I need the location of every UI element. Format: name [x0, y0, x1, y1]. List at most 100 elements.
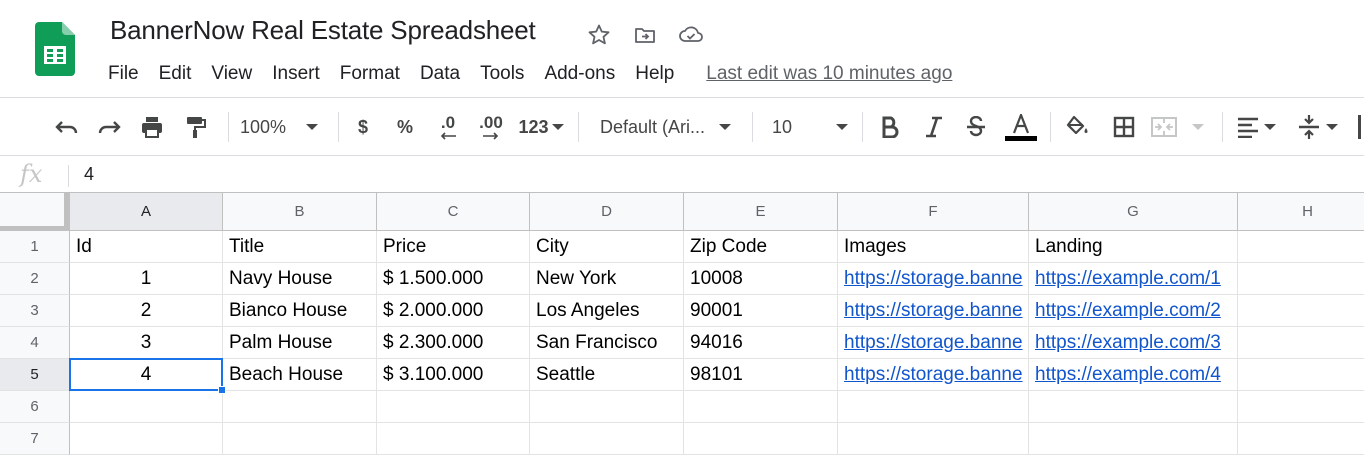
row-header-4[interactable]: 4 [0, 327, 70, 359]
paint-format-icon[interactable] [178, 110, 212, 144]
column-header-e[interactable]: E [684, 193, 838, 231]
cell-d5[interactable]: Seattle [530, 359, 684, 391]
cell-c3[interactable]: $ 2.000.000 [377, 295, 530, 327]
cell-link[interactable]: https://example.com/4 [1035, 364, 1221, 386]
cell-h3[interactable] [1238, 295, 1364, 327]
star-icon[interactable] [586, 22, 612, 48]
cell-g7[interactable] [1029, 423, 1238, 455]
cell-link[interactable]: https://storage.banne [844, 300, 1023, 322]
cell-g6[interactable] [1029, 391, 1238, 423]
cell-f1[interactable]: Images [838, 231, 1029, 263]
row-header-7[interactable]: 7 [0, 423, 70, 455]
cell-e3[interactable]: 90001 [684, 295, 838, 327]
cell-b4[interactable]: Palm House [223, 327, 377, 359]
fill-color-icon[interactable] [1062, 110, 1094, 144]
vertical-align-icon[interactable] [1296, 110, 1348, 144]
cloud-status-icon[interactable] [678, 22, 704, 48]
cell-c7[interactable] [377, 423, 530, 455]
cell-a5[interactable]: 4 [70, 359, 223, 391]
zoom-select[interactable]: 100% [240, 110, 328, 144]
fill-handle[interactable] [218, 386, 226, 394]
cell-h1[interactable] [1238, 231, 1364, 263]
strikethrough-icon[interactable] [962, 110, 990, 144]
menu-view[interactable]: View [201, 59, 262, 89]
cell-h4[interactable] [1238, 327, 1364, 359]
cell-g5[interactable]: https://example.com/4 [1029, 359, 1238, 391]
cell-e7[interactable] [684, 423, 838, 455]
cell-link[interactable]: https://storage.banne [844, 364, 1023, 386]
cell-h2[interactable] [1238, 263, 1364, 295]
decrease-decimal-button[interactable]: .0 [430, 110, 466, 144]
cell-h7[interactable] [1238, 423, 1364, 455]
horizontal-align-icon[interactable] [1236, 110, 1286, 144]
cell-f2[interactable]: https://storage.banne [838, 263, 1029, 295]
column-header-c[interactable]: C [377, 193, 530, 231]
cell-e2[interactable]: 10008 [684, 263, 838, 295]
cell-a7[interactable] [70, 423, 223, 455]
cell-d3[interactable]: Los Angeles [530, 295, 684, 327]
cell-b2[interactable]: Navy House [223, 263, 377, 295]
cell-link[interactable]: https://example.com/1 [1035, 268, 1221, 290]
cell-a4[interactable]: 3 [70, 327, 223, 359]
more-formats-button[interactable]: 123 [515, 110, 567, 144]
column-header-h[interactable]: H [1238, 193, 1364, 231]
cell-link[interactable]: https://example.com/2 [1035, 300, 1221, 322]
menu-data[interactable]: Data [410, 59, 470, 89]
select-all-corner[interactable] [0, 193, 70, 231]
formula-input[interactable]: 4 [84, 164, 94, 185]
move-to-folder-icon[interactable] [632, 22, 658, 48]
cell-f7[interactable] [838, 423, 1029, 455]
cell-d4[interactable]: San Francisco [530, 327, 684, 359]
cell-f6[interactable] [838, 391, 1029, 423]
cell-a6[interactable] [70, 391, 223, 423]
cell-link[interactable]: https://storage.banne [844, 268, 1023, 290]
cell-c2[interactable]: $ 1.500.000 [377, 263, 530, 295]
menu-tools[interactable]: Tools [470, 59, 534, 89]
row-header-6[interactable]: 6 [0, 391, 70, 423]
row-header-5[interactable]: 5 [0, 359, 70, 391]
borders-icon[interactable] [1108, 110, 1140, 144]
cell-g2[interactable]: https://example.com/1 [1029, 263, 1238, 295]
cell-d2[interactable]: New York [530, 263, 684, 295]
italic-icon[interactable] [920, 110, 948, 144]
cell-e4[interactable]: 94016 [684, 327, 838, 359]
cell-link[interactable]: https://example.com/3 [1035, 332, 1221, 354]
cell-c6[interactable] [377, 391, 530, 423]
cell-d6[interactable] [530, 391, 684, 423]
cell-c4[interactable]: $ 2.300.000 [377, 327, 530, 359]
cell-b5[interactable]: Beach House [223, 359, 377, 391]
cell-h5[interactable] [1238, 359, 1364, 391]
row-header-2[interactable]: 2 [0, 263, 70, 295]
cell-g1[interactable]: Landing [1029, 231, 1238, 263]
column-header-a[interactable]: A [70, 193, 223, 231]
cell-f3[interactable]: https://storage.banne [838, 295, 1029, 327]
cell-f5[interactable]: https://storage.banne [838, 359, 1029, 391]
merge-cells-icon[interactable] [1150, 110, 1212, 144]
font-size-select[interactable]: 10 [772, 110, 852, 144]
menu-insert[interactable]: Insert [262, 59, 330, 89]
cell-b3[interactable]: Bianco House [223, 295, 377, 327]
menu-edit[interactable]: Edit [149, 59, 202, 89]
menu-add-ons[interactable]: Add-ons [534, 59, 625, 89]
cell-a1[interactable]: Id [70, 231, 223, 263]
column-header-g[interactable]: G [1029, 193, 1238, 231]
currency-format-button[interactable]: $ [350, 110, 376, 144]
cell-d7[interactable] [530, 423, 684, 455]
percent-format-button[interactable]: % [392, 110, 418, 144]
cell-e1[interactable]: Zip Code [684, 231, 838, 263]
menu-format[interactable]: Format [330, 59, 410, 89]
cell-f4[interactable]: https://storage.banne [838, 327, 1029, 359]
text-color-icon[interactable] [1004, 110, 1038, 144]
cell-e5[interactable]: 98101 [684, 359, 838, 391]
cell-e6[interactable] [684, 391, 838, 423]
row-header-3[interactable]: 3 [0, 295, 70, 327]
menu-help[interactable]: Help [625, 59, 684, 89]
font-family-select[interactable]: Default (Ari... [600, 110, 740, 144]
cell-b1[interactable]: Title [223, 231, 377, 263]
menu-file[interactable]: File [98, 59, 149, 89]
last-edit-link[interactable]: Last edit was 10 minutes ago [706, 63, 952, 85]
undo-icon[interactable] [50, 110, 84, 144]
cell-link[interactable]: https://storage.banne [844, 332, 1023, 354]
column-header-b[interactable]: B [223, 193, 377, 231]
cell-a3[interactable]: 2 [70, 295, 223, 327]
